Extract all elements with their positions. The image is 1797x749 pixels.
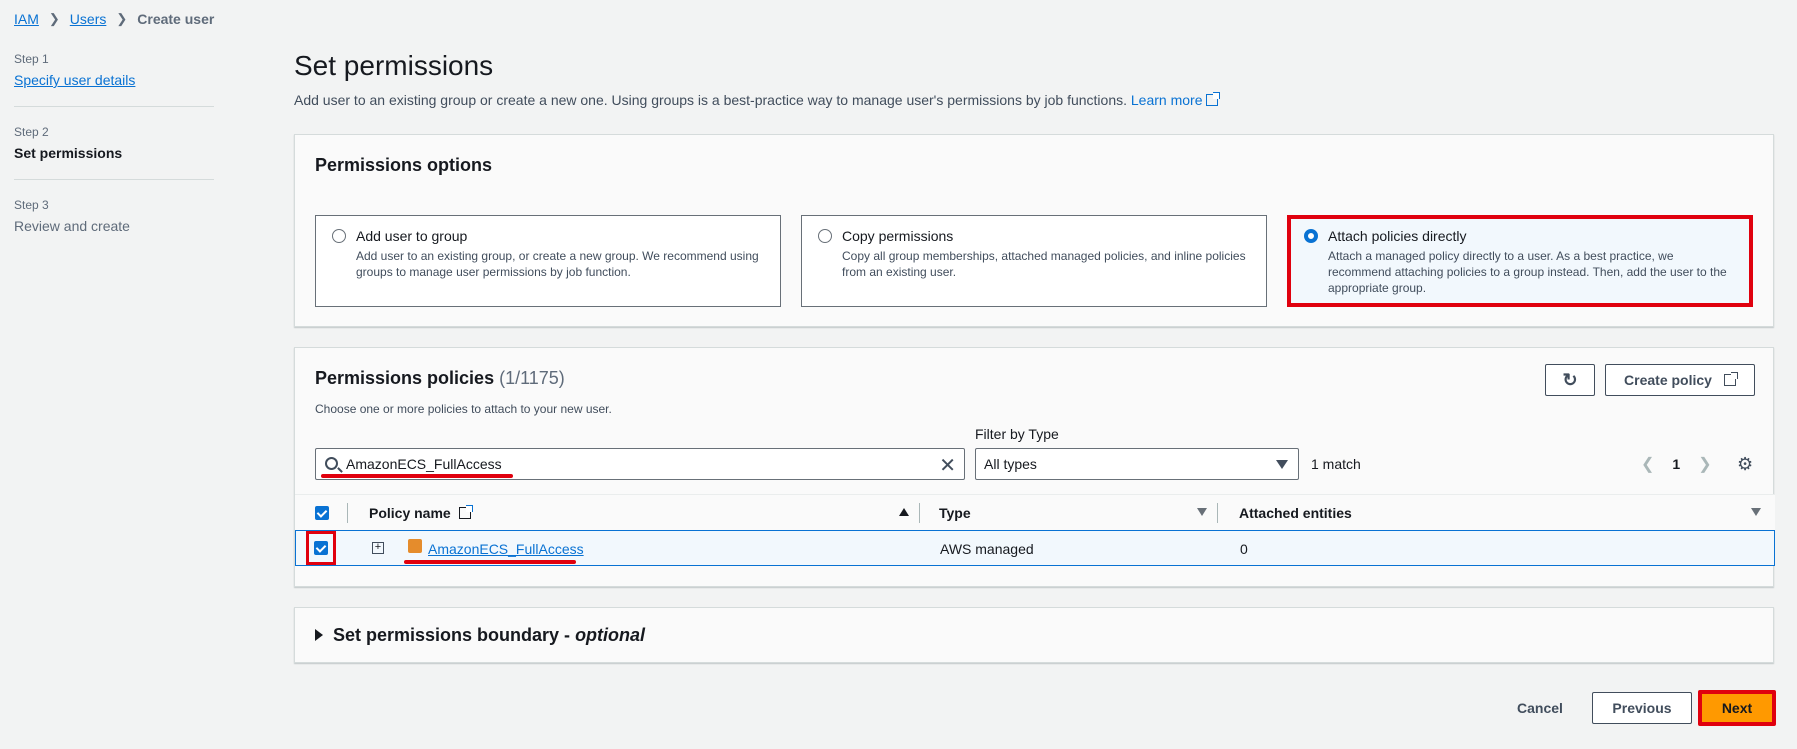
filter-type-select[interactable]: All types — [975, 448, 1299, 480]
column-policy-name[interactable]: Policy name — [369, 505, 473, 521]
policy-name-link[interactable]: AmazonECS_FullAccess — [428, 541, 584, 557]
policies-title-text: Permissions policies — [315, 368, 495, 388]
step-number: Step 2 — [14, 125, 49, 139]
permissions-options-title: Permissions options — [315, 155, 493, 175]
breadcrumb-iam-link[interactable]: IAM — [14, 11, 39, 27]
chevron-right-icon: ❯ — [116, 11, 128, 26]
wizard-steps: Step 1 Specify user details Step 2 Set p… — [14, 52, 214, 270]
main-content: Set permissions Add user to an existing … — [294, 50, 1776, 726]
option-description: Attach a managed policy directly to a us… — [1328, 249, 1727, 295]
radio-button[interactable] — [332, 229, 346, 243]
step-2: Step 2 Set permissions — [14, 125, 214, 180]
column-divider — [347, 503, 348, 523]
radio-button[interactable] — [818, 229, 832, 243]
permissions-policies-panel: Permissions policies (1/1175) Choose one… — [294, 347, 1775, 587]
column-divider — [1217, 503, 1218, 523]
search-value: AmazonECS_FullAccess — [346, 456, 502, 472]
external-link-icon — [1206, 92, 1221, 106]
permissions-options-panel: Permissions options Add user to group Ad… — [294, 134, 1774, 327]
option-title: Add user to group — [356, 228, 468, 244]
policy-type: AWS managed — [940, 541, 1034, 557]
permissions-policies-title: Permissions policies (1/1175) — [315, 368, 565, 389]
sort-icon[interactable] — [1197, 508, 1207, 516]
search-icon — [325, 457, 338, 470]
option-description: Add user to an existing group, or create… — [356, 249, 759, 279]
step-number: Step 1 — [14, 52, 49, 66]
row-checkbox[interactable] — [314, 541, 328, 555]
chevron-right-icon: ❯ — [48, 11, 60, 26]
learn-more-link[interactable]: Learn more — [1130, 92, 1221, 108]
boundary-label: Set permissions boundary - — [333, 624, 576, 645]
aws-managed-policy-icon — [408, 539, 422, 553]
option-add-user-to-group[interactable]: Add user to group Add user to an existin… — [315, 215, 781, 307]
create-policy-button[interactable]: Create policy — [1605, 364, 1755, 396]
step-1: Step 1 Specify user details — [14, 52, 214, 107]
page-title: Set permissions — [294, 50, 494, 81]
refresh-icon: ↻ — [1562, 369, 1578, 390]
learn-more-label: Learn more — [1130, 92, 1203, 108]
page-number[interactable]: 1 — [1672, 456, 1680, 472]
table-header: Policy name Type Attached entities — [295, 494, 1775, 530]
external-link-icon — [458, 505, 473, 519]
column-label: Policy name — [369, 505, 451, 521]
annotation-underline — [404, 560, 576, 564]
breadcrumb-current: Create user — [137, 11, 215, 27]
cancel-button[interactable]: Cancel — [1517, 700, 1563, 716]
radio-button-selected[interactable] — [1304, 229, 1318, 243]
option-title: Copy permissions — [842, 228, 954, 244]
select-all-checkbox[interactable] — [315, 506, 329, 520]
previous-button[interactable]: Previous — [1592, 692, 1692, 724]
step-3: Step 3 Review and create — [14, 198, 214, 252]
column-type[interactable]: Type — [939, 505, 971, 521]
previous-label: Previous — [1612, 700, 1672, 716]
pagination: ❮ 1 ❯ — [1641, 454, 1712, 474]
create-policy-label: Create policy — [1624, 372, 1712, 388]
step-1-link[interactable]: Specify user details — [14, 72, 135, 88]
step-number: Step 3 — [14, 198, 49, 212]
table-row[interactable]: + AmazonECS_FullAccess AWS managed 0 — [295, 530, 1775, 566]
breadcrumb: IAM ❯ Users ❯ Create user — [14, 11, 214, 27]
boundary-title: Set permissions boundary - optional — [333, 625, 645, 646]
caret-down-icon — [1276, 460, 1288, 469]
filter-type-value: All types — [984, 456, 1037, 472]
permissions-boundary-section[interactable]: Set permissions boundary - optional — [294, 607, 1774, 663]
annotation-underline — [321, 474, 513, 478]
chevron-right-icon[interactable]: ❯ — [1698, 454, 1711, 474]
boundary-optional: optional — [575, 624, 646, 645]
column-divider — [919, 503, 920, 523]
clear-icon[interactable]: ✕ — [939, 453, 956, 478]
page-description: Add user to an existing group or create … — [294, 92, 1774, 108]
gear-icon[interactable]: ⚙ — [1737, 454, 1753, 475]
option-copy-permissions[interactable]: Copy permissions Copy all group membersh… — [801, 215, 1267, 307]
option-attach-policies-directly[interactable]: Attach policies directly Attach a manage… — [1287, 215, 1753, 307]
option-title: Attach policies directly — [1328, 228, 1467, 244]
breadcrumb-users-link[interactable]: Users — [70, 11, 107, 27]
caret-right-icon — [315, 629, 323, 641]
expand-icon[interactable]: + — [372, 542, 384, 554]
external-link-icon — [1723, 372, 1738, 386]
column-attached-entities[interactable]: Attached entities — [1239, 505, 1352, 521]
step-3-title: Review and create — [14, 218, 130, 234]
policies-description: Choose one or more policies to attach to… — [315, 402, 612, 416]
chevron-left-icon[interactable]: ❮ — [1641, 454, 1654, 474]
attached-entities: 0 — [1240, 541, 1248, 557]
option-description: Copy all group memberships, attached man… — [842, 249, 1246, 279]
filter-by-type-label: Filter by Type — [975, 426, 1059, 442]
refresh-button[interactable]: ↻ — [1545, 364, 1595, 396]
next-label: Next — [1721, 700, 1753, 716]
sort-icon[interactable] — [1751, 508, 1761, 516]
policies-count: (1/1175) — [499, 368, 565, 388]
page-description-text: Add user to an existing group or create … — [294, 92, 1127, 108]
next-button[interactable]: Next — [1698, 690, 1776, 726]
match-count: 1 match — [1311, 456, 1361, 472]
step-2-title: Set permissions — [14, 145, 123, 161]
sort-ascending-icon[interactable] — [899, 508, 909, 516]
